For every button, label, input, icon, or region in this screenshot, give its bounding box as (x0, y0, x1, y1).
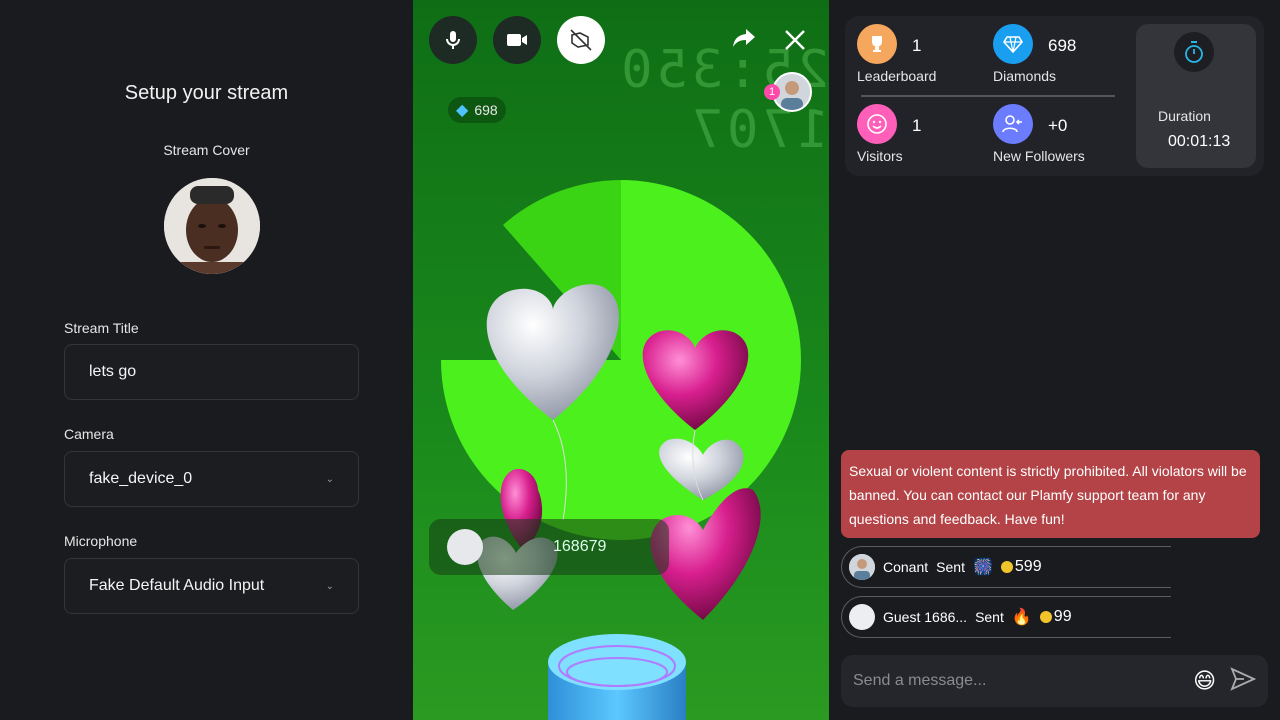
diamond-count: 698 (474, 102, 498, 118)
duration-value: 00:01:13 (1168, 133, 1231, 150)
visitors-label: Visitors (857, 148, 903, 164)
user-avatar (849, 604, 875, 630)
diamond-icon (993, 24, 1033, 64)
stat-new-followers[interactable]: +0 New Followers (993, 104, 1123, 174)
share-icon (733, 29, 755, 47)
chevron-down-icon: ⌄ (325, 580, 334, 592)
coin-icon (1039, 610, 1052, 623)
mic-icon (446, 31, 460, 49)
stats-chat-panel: 1 Leaderboard 698 Diamonds 1 Visitors +0… (829, 0, 1280, 720)
setup-title: Setup your stream (124, 82, 289, 104)
gift-sender-avatar (447, 529, 483, 565)
diamonds-label: Diamonds (993, 68, 1057, 84)
smile-icon (857, 104, 897, 144)
timer-icon (1174, 32, 1214, 72)
camera-button[interactable] (493, 16, 541, 64)
viewer-count-badge: 1 (764, 84, 780, 100)
diamond-counter: ◆ 698 (448, 97, 506, 123)
leaderboard-label: Leaderboard (857, 68, 937, 84)
stats-card: 1 Leaderboard 698 Diamonds 1 Visitors +0… (845, 16, 1264, 176)
stream-cover-label: Stream Cover (163, 142, 250, 158)
moderation-warning: Sexual or violent content is strictly pr… (841, 450, 1260, 538)
chat-gift-message: Guest 1686... Sent 🔥 99 (841, 596, 1171, 638)
message-input[interactable] (853, 672, 1194, 690)
send-icon[interactable] (1230, 666, 1257, 696)
chat-gift-message: Conant Sent 🎆 599 (841, 546, 1171, 588)
camera-label: Camera (64, 426, 114, 442)
camera-select[interactable]: fake_device_0 ⌄ (64, 451, 359, 507)
emoji-icon[interactable]: 😄 (1193, 668, 1216, 694)
stat-leaderboard[interactable]: 1 Leaderboard (857, 24, 977, 94)
chat-sent-label: Sent (975, 609, 1004, 625)
message-composer: 😄 (841, 655, 1268, 707)
stream-cover-image[interactable] (164, 178, 260, 274)
microphone-label: Microphone (64, 533, 138, 549)
video-camera-icon (507, 34, 527, 46)
gift-amount: 599 (1000, 558, 1042, 576)
gift-amount-value: 99 (1053, 608, 1072, 625)
close-icon (785, 30, 805, 50)
stream-title-label: Stream Title (64, 320, 139, 336)
stats-divider (861, 95, 1115, 97)
gift-sender-id: 168679 (553, 538, 607, 555)
gift-amount: 99 (1039, 608, 1072, 626)
visitors-value: 1 (912, 116, 922, 135)
stream-title-input[interactable]: lets go (64, 344, 359, 400)
followers-label: New Followers (993, 148, 1085, 164)
add-user-icon (993, 104, 1033, 144)
gift-icon: 🎆 (972, 559, 993, 576)
user-avatar (849, 554, 875, 580)
mic-button[interactable] (429, 16, 477, 64)
chevron-down-icon: ⌄ (325, 473, 334, 485)
stat-visitors[interactable]: 1 Visitors (857, 104, 977, 174)
chat-sent-label: Sent (936, 559, 965, 575)
leaderboard-value: 1 (912, 36, 922, 55)
diamond-icon: ◆ (456, 102, 469, 119)
chat-username: Conant (883, 559, 929, 575)
fire-icon: 🔥 (1011, 609, 1032, 626)
camera-value: fake_device_0 (89, 470, 193, 487)
share-button[interactable] (731, 26, 757, 55)
effects-off-icon (570, 29, 592, 51)
microphone-select[interactable]: Fake Default Audio Input ⌄ (64, 558, 359, 614)
duration-label: Duration (1158, 108, 1211, 124)
coin-icon (1000, 560, 1013, 573)
microphone-value: Fake Default Audio Input (89, 577, 265, 594)
setup-panel: Setup your stream Stream Cover Stream Ti… (0, 0, 413, 720)
stat-diamonds[interactable]: 698 Diamonds (993, 24, 1123, 94)
stream-preview: 25:350 1707 168679 ◆ 698 1 (413, 0, 829, 720)
stream-title-value: lets go (89, 363, 137, 380)
gift-amount-value: 599 (1014, 558, 1042, 575)
gift-notification: 168679 (429, 519, 669, 575)
trophy-icon (857, 24, 897, 64)
close-stream-button[interactable] (783, 28, 807, 57)
effects-toggle-button[interactable] (557, 16, 605, 64)
followers-value: +0 (1048, 116, 1068, 135)
diamonds-value: 698 (1048, 36, 1077, 55)
chat-username: Guest 1686... (883, 609, 968, 625)
duration-card: Duration 00:01:13 (1136, 24, 1256, 168)
